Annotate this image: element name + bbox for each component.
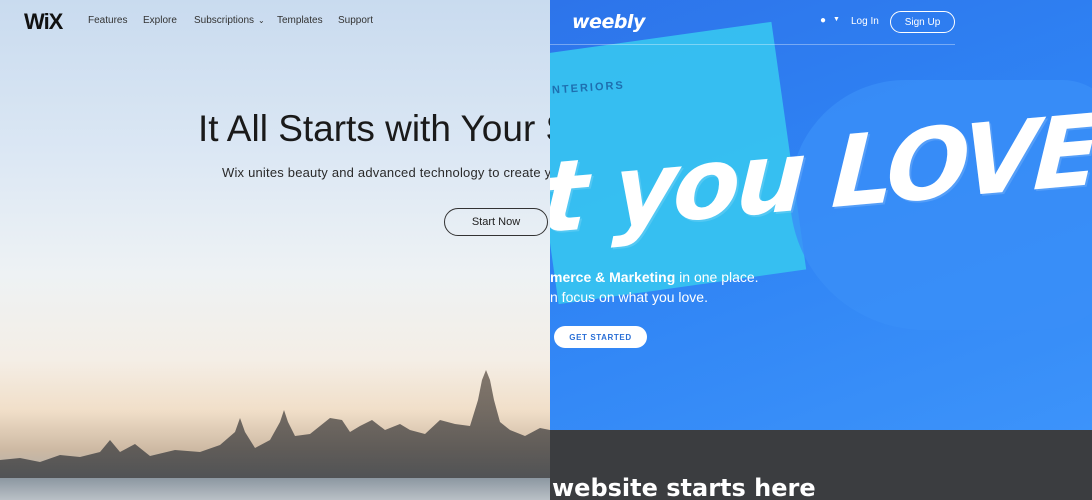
signup-button[interactable]: Sign Up [890,11,955,33]
weebly-hero: NTERIORS weebly ● ▼ Log In Sign Up t you… [550,0,1092,430]
login-link[interactable]: Log In [851,16,879,27]
hero-tagline-2: n focus on what you love. [550,289,708,305]
get-started-button[interactable]: GET STARTED [554,326,647,348]
dark-section: website starts here [550,430,1092,500]
weebly-logo[interactable]: weebly [572,11,645,33]
nav-subscriptions-label: Subscriptions [194,15,255,26]
nav-divider [550,44,955,45]
section-heading: website starts here [552,474,816,500]
start-now-button[interactable]: Start Now [444,208,548,236]
hero-subtitle: Wix unites beauty and advanced technolog… [222,165,550,180]
nav-features[interactable]: Features [88,15,127,26]
hero-tagline-1: merce & Marketing in one place. [550,269,759,285]
tagline-bold: merce & Marketing [550,269,676,285]
wix-logo[interactable]: WiX [24,9,63,35]
nav-subscriptions[interactable]: Subscriptions ⌄ [194,15,265,26]
globe-icon[interactable]: ● [820,15,826,26]
weebly-panel: NTERIORS weebly ● ▼ Log In Sign Up t you… [550,0,1092,500]
wix-navbar: WiX Features Explore Subscriptions ⌄ Temp… [0,0,550,42]
nav-support[interactable]: Support [338,15,373,26]
chevron-down-icon: ⌄ [258,16,265,25]
nav-explore[interactable]: Explore [143,15,177,26]
wix-panel: WiX Features Explore Subscriptions ⌄ Temp… [0,0,550,500]
chevron-down-icon[interactable]: ▼ [833,16,840,23]
hero-title: It All Starts with Your St [198,108,550,149]
tagline-rest: in one place. [675,269,759,285]
nav-templates[interactable]: Templates [277,15,323,26]
city-skyline-image [0,370,550,500]
